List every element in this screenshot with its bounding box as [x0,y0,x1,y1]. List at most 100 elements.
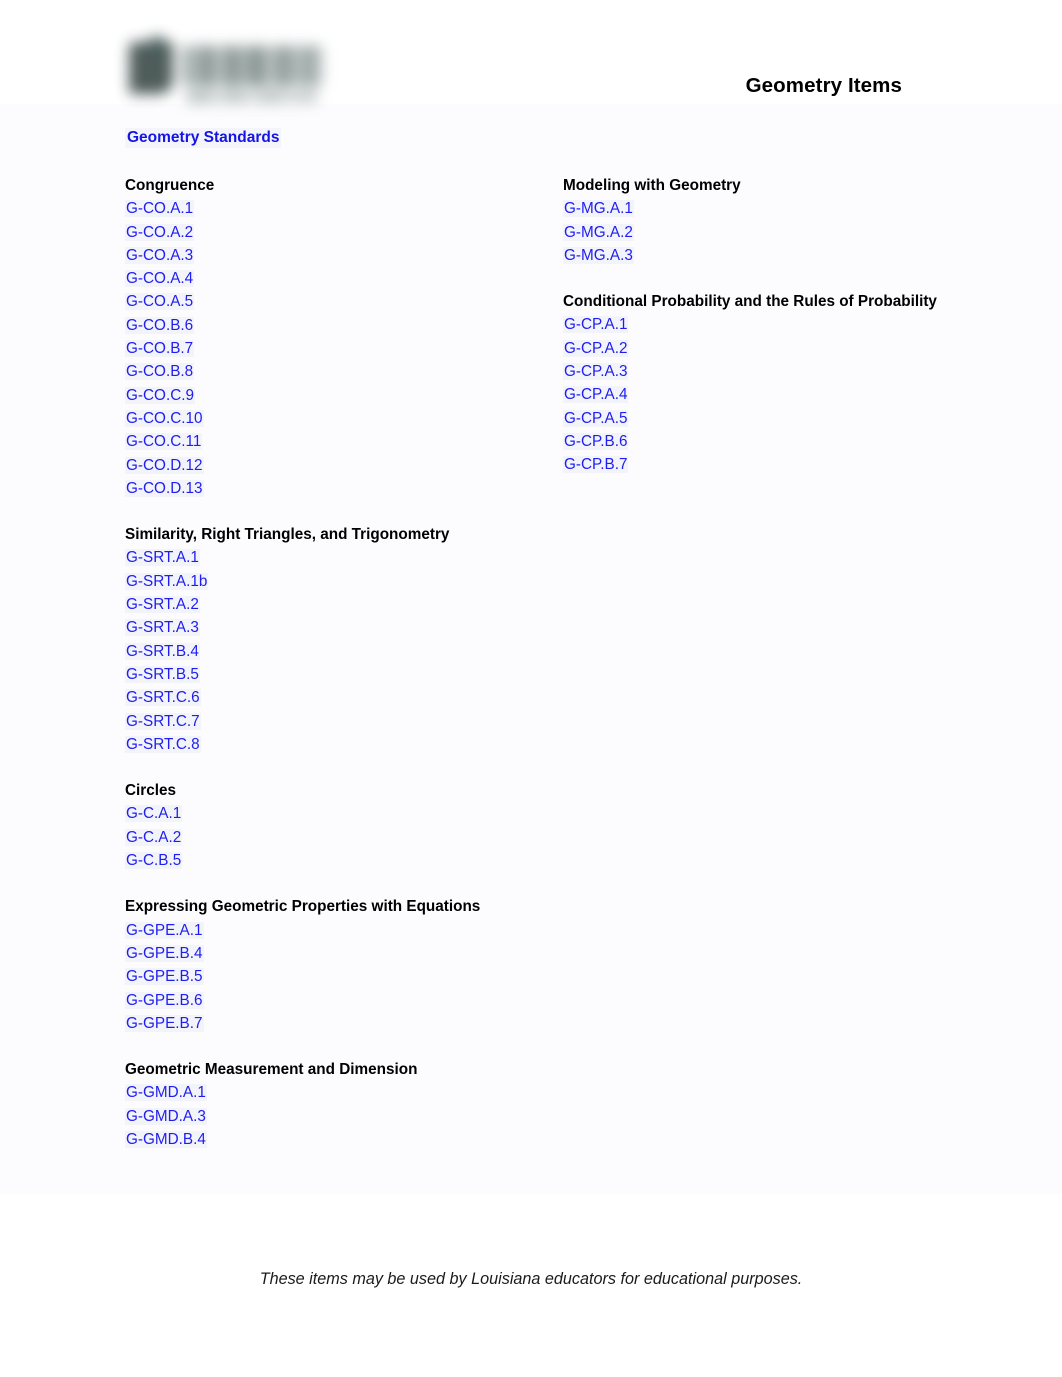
page-header: Geometry Items [0,0,1062,120]
standards-list: G-GMD.A.1 G-GMD.A.3 G-GMD.B.4 [125,1081,545,1151]
standards-group: Geometric Measurement and Dimension G-GMD… [125,1058,545,1151]
standard-link-g-c-a-2[interactable]: G-C.A.2 [125,828,183,846]
standard-link-g-cp-a-2[interactable]: G-CP.A.2 [563,339,629,357]
standard-link-g-cp-b-6[interactable]: G-CP.B.6 [563,432,629,450]
logo-tagline [185,90,317,103]
standard-list-item[interactable]: G-GMD.B.4 [125,1128,545,1151]
standard-link-g-co-b-7[interactable]: G-CO.B.7 [125,340,195,358]
standard-list-item[interactable]: G-CO.D.12 [125,454,545,477]
standard-list-item[interactable]: G-MG.A.2 [563,221,963,244]
standard-link-g-gpe-b-4[interactable]: G-GPE.B.4 [125,944,204,962]
standard-link-g-cp-a-5[interactable]: G-CP.A.5 [563,409,629,427]
standard-list-item[interactable]: G-SRT.A.3 [125,616,545,639]
standard-list-item[interactable]: G-CO.C.10 [125,407,545,430]
standard-link-g-c-b-5[interactable]: G-C.B.5 [125,852,183,870]
standard-list-item[interactable]: G-C.A.1 [125,802,545,825]
standard-link-g-co-b-6[interactable]: G-CO.B.6 [125,316,195,334]
standard-link-g-mg-a-1[interactable]: G-MG.A.1 [563,200,634,218]
standard-list-item[interactable]: G-MG.A.3 [563,244,963,267]
standard-list-item[interactable]: G-CP.A.1 [563,313,963,336]
standard-link-g-gmd-a-1[interactable]: G-GMD.A.1 [125,1084,207,1102]
standard-link-g-gpe-b-6[interactable]: G-GPE.B.6 [125,991,204,1009]
standards-group: Expressing Geometric Properties with Equ… [125,895,545,1035]
standard-link-g-cp-a-1[interactable]: G-CP.A.1 [563,316,629,334]
standard-list-item[interactable]: G-SRT.B.5 [125,663,545,686]
standards-group-heading: Modeling with Geometry [563,177,741,194]
standard-link-g-cp-b-7[interactable]: G-CP.B.7 [563,456,629,474]
standard-list-item[interactable]: G-CP.B.7 [563,453,963,476]
standard-list-item[interactable]: G-SRT.B.4 [125,640,545,663]
standard-list-item[interactable]: G-CO.A.2 [125,221,545,244]
standards-group: Circles G-C.A.1 G-C.A.2 G-C.B.5 [125,779,545,872]
standard-list-item[interactable]: G-CO.A.4 [125,267,545,290]
standard-link-g-srt-c-6[interactable]: G-SRT.C.6 [125,689,201,707]
standard-list-item[interactable]: G-CO.A.1 [125,197,545,220]
standard-link-g-co-d-12[interactable]: G-CO.D.12 [125,456,204,474]
standards-group-heading: Conditional Probability and the Rules of… [563,293,937,311]
standard-list-item[interactable]: G-CO.A.3 [125,244,545,267]
standard-link-g-co-a-5[interactable]: G-CO.A.5 [125,293,195,311]
standard-link-g-srt-a-2[interactable]: G-SRT.A.2 [125,596,200,614]
standard-link-g-co-c-11[interactable]: G-CO.C.11 [125,433,203,451]
standard-list-item[interactable]: G-SRT.A.2 [125,593,545,616]
standard-link-g-cp-a-4[interactable]: G-CP.A.4 [563,386,629,404]
standard-link-g-srt-c-8[interactable]: G-SRT.C.8 [125,735,201,753]
standard-list-item[interactable]: G-GMD.A.1 [125,1081,545,1104]
geometry-standards-heading[interactable]: Geometry Standards [125,128,282,148]
standard-list-item[interactable]: G-GPE.B.7 [125,1012,545,1035]
standard-list-item[interactable]: G-SRT.C.7 [125,710,545,733]
standard-link-g-srt-a-1b[interactable]: G-SRT.A.1b [125,572,209,590]
standard-list-item[interactable]: G-MG.A.1 [563,197,963,220]
standard-link-g-gmd-b-4[interactable]: G-GMD.B.4 [125,1130,207,1148]
standard-list-item[interactable]: G-CP.A.4 [563,383,963,406]
standard-link-g-srt-c-7[interactable]: G-SRT.C.7 [125,712,201,730]
standards-list: G-CO.A.1 G-CO.A.2 G-CO.A.3 G-CO.A.4 G-CO.A.5… [125,197,545,500]
standard-list-item[interactable]: G-C.B.5 [125,849,545,872]
standard-list-item[interactable]: G-CO.B.7 [125,337,545,360]
standard-link-g-gpe-a-1[interactable]: G-GPE.A.1 [125,921,204,939]
standard-link-g-gpe-b-5[interactable]: G-GPE.B.5 [125,968,204,986]
standard-list-item[interactable]: G-CP.A.2 [563,337,963,360]
standard-list-item[interactable]: G-GPE.B.6 [125,989,545,1012]
footer-usage-note: These items may be used by Louisiana edu… [259,1270,803,1288]
standard-link-g-mg-a-2[interactable]: G-MG.A.2 [563,223,634,241]
standard-list-item[interactable]: G-CP.A.5 [563,407,963,430]
standard-list-item[interactable]: G-SRT.C.6 [125,686,545,709]
standard-link-g-co-a-2[interactable]: G-CO.A.2 [125,223,195,241]
standard-list-item[interactable]: G-C.A.2 [125,826,545,849]
standard-link-g-gmd-a-3[interactable]: G-GMD.A.3 [125,1107,207,1125]
standard-link-g-c-a-1[interactable]: G-C.A.1 [125,805,183,823]
standard-list-item[interactable]: G-CO.D.13 [125,477,545,500]
standard-link-g-mg-a-3[interactable]: G-MG.A.3 [563,246,634,264]
standard-list-item[interactable]: G-CO.C.11 [125,430,545,453]
standard-link-g-co-a-1[interactable]: G-CO.A.1 [125,200,195,218]
standard-link-g-co-b-8[interactable]: G-CO.B.8 [125,363,195,381]
standard-link-g-co-a-3[interactable]: G-CO.A.3 [125,246,195,264]
standard-link-g-srt-b-4[interactable]: G-SRT.B.4 [125,642,200,660]
standard-link-g-srt-b-5[interactable]: G-SRT.B.5 [125,665,200,683]
standard-list-item[interactable]: G-GPE.B.4 [125,942,545,965]
standard-list-item[interactable]: G-GPE.B.5 [125,965,545,988]
standard-link-g-co-d-13[interactable]: G-CO.D.13 [125,479,204,497]
standard-link-g-co-c-10[interactable]: G-CO.C.10 [125,409,204,427]
standard-link-g-co-c-9[interactable]: G-CO.C.9 [125,386,195,404]
standard-link-g-srt-a-3[interactable]: G-SRT.A.3 [125,619,200,637]
standard-list-item[interactable]: G-SRT.A.1 [125,546,545,569]
standard-list-item[interactable]: G-CO.A.5 [125,290,545,313]
standard-list-item[interactable]: G-SRT.C.8 [125,733,545,756]
standard-list-item[interactable]: G-SRT.A.1b [125,570,545,593]
standard-list-item[interactable]: G-GPE.A.1 [125,919,545,942]
standards-list: G-CP.A.1 G-CP.A.2 G-CP.A.3 G-CP.A.4 G-CP.A.5… [563,313,963,476]
standard-link-g-cp-a-3[interactable]: G-CP.A.3 [563,363,629,381]
standard-list-item[interactable]: G-CP.B.6 [563,430,963,453]
logo-wordmark [183,46,323,86]
standard-list-item[interactable]: G-CO.B.8 [125,360,545,383]
standard-list-item[interactable]: G-CO.C.9 [125,384,545,407]
page-title: Geometry Items [745,74,902,97]
standard-list-item[interactable]: G-CO.B.6 [125,314,545,337]
standard-list-item[interactable]: G-GMD.A.3 [125,1105,545,1128]
standard-link-g-gpe-b-7[interactable]: G-GPE.B.7 [125,1014,204,1032]
standard-link-g-co-a-4[interactable]: G-CO.A.4 [125,270,195,288]
standard-list-item[interactable]: G-CP.A.3 [563,360,963,383]
standard-link-g-srt-a-1[interactable]: G-SRT.A.1 [125,549,200,567]
